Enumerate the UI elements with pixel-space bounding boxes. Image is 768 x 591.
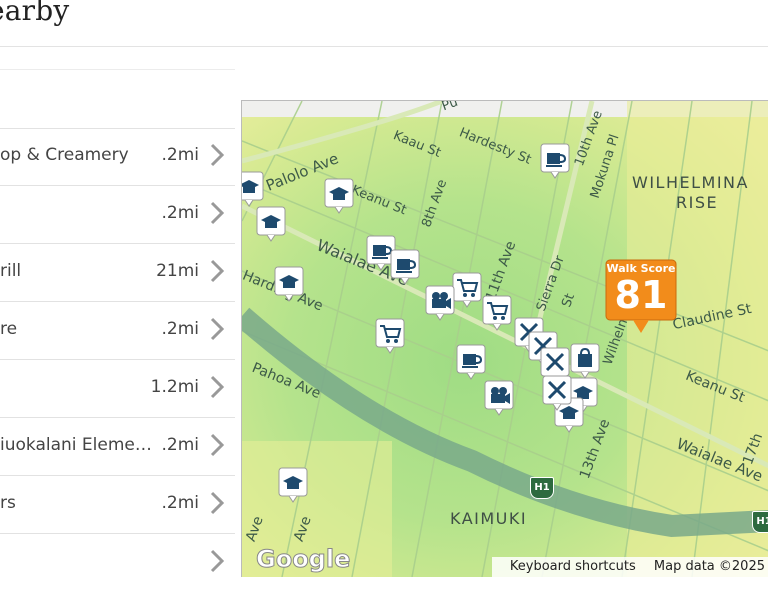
place-distance: .2mi	[161, 145, 199, 165]
place-name: op & Creamery	[0, 145, 129, 165]
grocery-cart-icon[interactable]	[375, 318, 405, 354]
list-item[interactable]: iuokalani Eleme… .2mi	[0, 418, 235, 476]
list-item[interactable]: rill 21mi	[0, 244, 235, 302]
area-label: RISE	[676, 193, 719, 212]
walk-score-value: 81	[614, 273, 668, 317]
walk-score-map[interactable]: Palolo Ave Kaau St Hardesty St 10th Ave …	[241, 100, 768, 577]
walk-score-badge[interactable]: Walk Score 81	[605, 259, 677, 337]
grocery-cart-icon[interactable]	[482, 295, 512, 331]
chevron-right-icon	[210, 433, 225, 457]
header-divider	[0, 46, 768, 47]
chevron-right-icon	[210, 317, 225, 341]
place-name: re	[0, 319, 18, 339]
place-distance: 1.2mi	[150, 377, 199, 397]
area-label: KAIMUKI	[450, 509, 528, 528]
coffee-icon[interactable]	[540, 143, 570, 179]
place-name: iuokalani Eleme…	[0, 435, 152, 455]
place-distance: 21mi	[156, 261, 199, 281]
list-header	[0, 69, 235, 129]
list-item[interactable]: rs .2mi	[0, 476, 235, 534]
google-logo: Google	[255, 545, 351, 574]
school-icon[interactable]	[256, 206, 286, 242]
chevron-right-icon	[210, 549, 225, 573]
school-icon[interactable]	[242, 171, 264, 207]
shopping-bag-icon[interactable]	[570, 343, 600, 379]
nearby-list: op & Creamery .2mi .2mi rill 21mi re .2m…	[0, 69, 235, 576]
list-item[interactable]: 1.2mi	[0, 360, 235, 418]
area-label: WILHELMINA	[632, 173, 749, 192]
keyboard-shortcuts-link[interactable]: Keyboard shortcuts	[510, 559, 636, 574]
school-icon[interactable]	[274, 266, 304, 302]
tools-icon[interactable]	[542, 375, 572, 411]
chevron-right-icon	[210, 201, 225, 225]
map-data-credit[interactable]: Map data ©2025	[654, 559, 765, 574]
movie-camera-icon[interactable]	[425, 285, 455, 321]
chevron-right-icon	[210, 259, 225, 283]
school-icon[interactable]	[324, 178, 354, 214]
place-distance: .2mi	[161, 493, 199, 513]
map-attribution: Keyboard shortcuts Map data ©2025	[491, 557, 768, 577]
coffee-icon[interactable]	[390, 249, 420, 285]
interstate-shield: H1	[752, 511, 768, 533]
school-icon[interactable]	[278, 467, 308, 503]
tools-icon[interactable]	[540, 347, 570, 383]
list-item[interactable]: op & Creamery .2mi	[0, 128, 235, 186]
place-distance: .2mi	[161, 203, 199, 223]
grocery-cart-icon[interactable]	[452, 272, 482, 308]
place-name: rill	[0, 261, 22, 281]
place-distance: .2mi	[161, 319, 199, 339]
place-name: rs	[0, 493, 16, 513]
list-item[interactable]: re .2mi	[0, 302, 235, 360]
list-item[interactable]: .2mi	[0, 186, 235, 244]
chevron-right-icon	[210, 143, 225, 167]
place-distance: .2mi	[161, 435, 199, 455]
interstate-shield: H1	[530, 477, 554, 499]
coffee-icon[interactable]	[456, 344, 486, 380]
page-title: earby	[0, 0, 70, 27]
movie-camera-icon[interactable]	[484, 380, 514, 416]
chevron-right-icon	[210, 375, 225, 399]
chevron-right-icon	[210, 491, 225, 515]
list-item[interactable]	[0, 534, 235, 591]
